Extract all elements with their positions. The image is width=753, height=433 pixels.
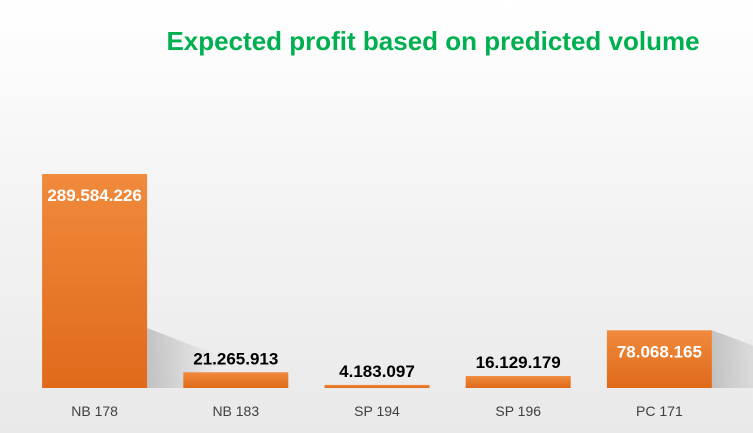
x-tick-label: NB 183 [212, 403, 259, 419]
bar-sp-194[interactable] [324, 384, 430, 388]
x-tick-label: PC 171 [636, 403, 683, 419]
x-tick-label: SP 196 [495, 403, 541, 419]
data-label: 289.584.226 [47, 186, 142, 205]
data-label: 21.265.913 [193, 349, 278, 368]
bar-chart: Expected profit based on predicted volum… [42, 26, 753, 419]
bar-nb-178[interactable] [42, 174, 148, 388]
bar-sp-196[interactable] [465, 376, 571, 388]
x-tick-label: NB 178 [71, 403, 118, 419]
chart-title: Expected profit based on predicted volum… [166, 26, 699, 56]
bar-nb-183[interactable] [183, 372, 289, 388]
bar-shadow [711, 330, 753, 388]
chart-container: Expected profit based on predicted volum… [0, 0, 753, 433]
x-tick-label: SP 194 [354, 403, 400, 419]
data-label: 16.129.179 [476, 353, 561, 372]
data-label: 4.183.097 [339, 362, 415, 381]
data-label: 78.068.165 [617, 342, 702, 361]
